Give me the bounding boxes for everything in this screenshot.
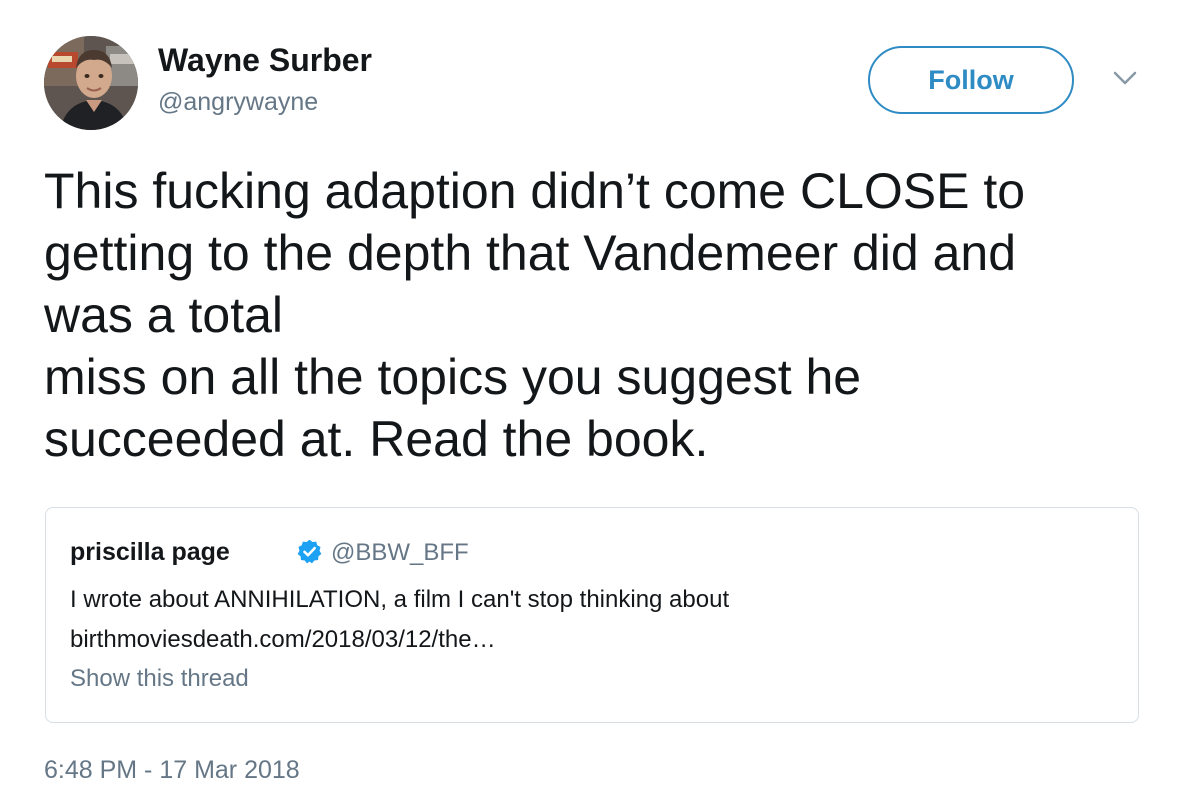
quoted-handle[interactable]: @BBW_BFF bbox=[331, 539, 469, 567]
quoted-link[interactable]: birthmoviesdeath.com/2018/03/12/the… bbox=[70, 626, 496, 653]
quoted-link-line: birthmoviesdeath.com/2018/03/12/the… bbox=[70, 620, 729, 660]
chevron-down-icon[interactable] bbox=[1112, 70, 1138, 86]
tweet-text-line: was a total bbox=[44, 287, 284, 343]
tweet-timestamp[interactable]: 6:48 PM - 17 Mar 2018 bbox=[44, 756, 300, 785]
quoted-display-name[interactable]: priscilla page bbox=[70, 538, 230, 567]
avatar-image bbox=[44, 36, 138, 130]
quoted-tweet[interactable]: priscilla page @BBW_BFF I wrote about AN… bbox=[45, 507, 1139, 723]
show-thread-link[interactable]: Show this thread bbox=[70, 665, 249, 693]
avatar[interactable] bbox=[44, 36, 138, 130]
tweet-text-line: This fucking adaption didn’t come CLOSE … bbox=[44, 163, 1026, 219]
author-handle[interactable]: @angrywayne bbox=[158, 88, 318, 117]
tweet-text-line: miss on all the topics you suggest he bbox=[44, 349, 862, 405]
tweet-text-line: getting to the depth that Vandemeer did … bbox=[44, 225, 1017, 281]
author-display-name[interactable]: Wayne Surber bbox=[158, 42, 372, 79]
quoted-text-line: I wrote about ANNIHILATION, a film I can… bbox=[70, 586, 730, 613]
tweet-text: This fucking adaption didn’t come CLOSE … bbox=[44, 160, 1164, 470]
quoted-text: I wrote about ANNIHILATION, a film I can… bbox=[70, 580, 729, 660]
verified-badge-icon bbox=[297, 539, 322, 564]
follow-button[interactable]: Follow bbox=[868, 46, 1074, 114]
tweet-card: Wayne Surber @angrywayne Follow This fuc… bbox=[0, 0, 1200, 808]
tweet-text-line: succeeded at. Read the book. bbox=[44, 411, 709, 467]
